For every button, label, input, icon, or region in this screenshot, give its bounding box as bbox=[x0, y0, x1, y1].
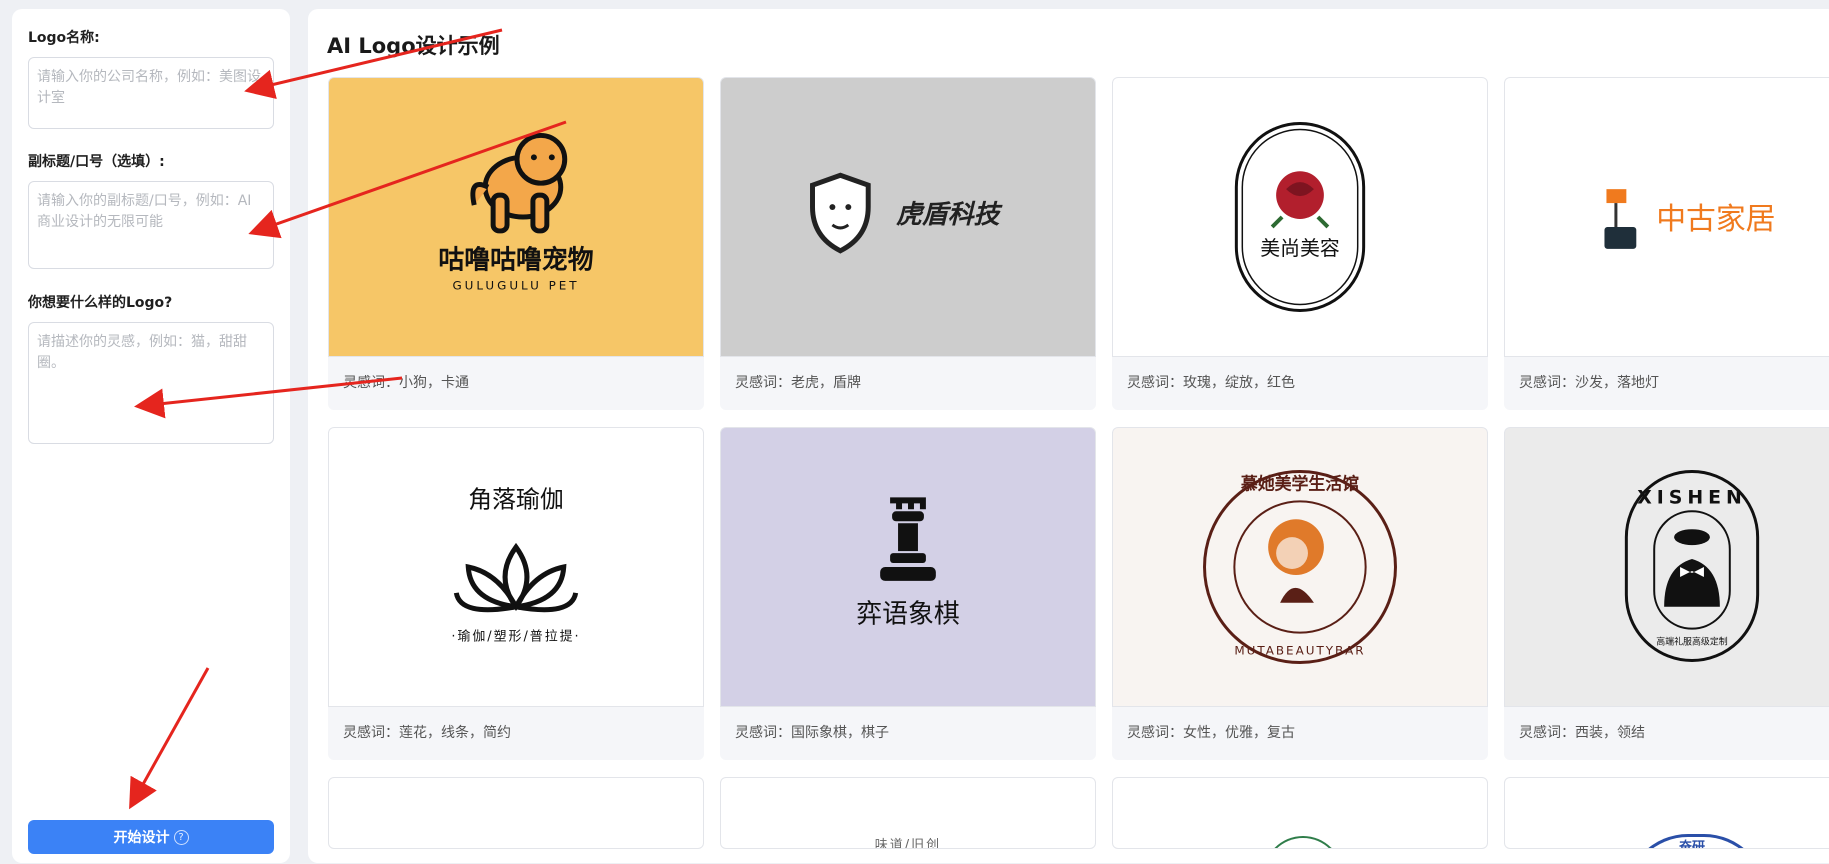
logo-preview-pet: 咕噜咕噜宠物 GULUGULU PET bbox=[328, 77, 704, 357]
logo-name-input[interactable]: 请输入你的公司名称，例如：美图设计室 bbox=[28, 57, 274, 129]
logo-name-label: Logo名称: bbox=[28, 30, 100, 46]
start-design-button[interactable]: 开始设计 ? bbox=[28, 820, 274, 854]
partial-logo-arc bbox=[1263, 836, 1343, 848]
design-form-panel: Logo名称: 请输入你的公司名称，例如：美图设计室 副标题/口号（选填）: 请… bbox=[12, 9, 290, 863]
logo-card-partial-3[interactable] bbox=[1112, 777, 1488, 849]
logo-card-pet[interactable]: 咕噜咕噜宠物 GULUGULU PET 灵感词：小狗，卡通 bbox=[328, 77, 704, 410]
logo-preview-rose: 美尚美容 bbox=[1112, 77, 1488, 357]
partial-logo-text: 奋研 bbox=[1678, 840, 1705, 849]
partial-logo-text: 味道/旧创 bbox=[874, 838, 942, 849]
logo-card-partial-4[interactable]: 奋研 bbox=[1504, 777, 1829, 849]
card-caption: 灵感词：西装，领结 bbox=[1519, 725, 1645, 741]
logo-card-partial-2[interactable]: 味道/旧创 bbox=[720, 777, 1096, 849]
logo-preview-beauty: 慕她美学生活馆 MUTABEAUTYBAR bbox=[1112, 427, 1488, 707]
logo-description-placeholder: 请描述你的灵感，例如：猫，甜甜圈。 bbox=[37, 334, 247, 371]
logo-card-tiger[interactable]: 虎盾科技 灵感词：老虎，盾牌 bbox=[720, 77, 1096, 410]
logo-text-suit: XISHEN bbox=[1637, 486, 1747, 508]
card-caption: 灵感词：女性，优雅，复古 bbox=[1127, 725, 1295, 741]
card-caption: 灵感词：莲花，线条，简约 bbox=[343, 725, 511, 741]
logo-sub-pet: GULUGULU PET bbox=[452, 279, 579, 293]
gallery-title: AI Logo设计示例 bbox=[327, 34, 500, 58]
logo-text-tiger: 虎盾科技 bbox=[896, 200, 1004, 230]
card-caption: 灵感词：玫瑰，绽放，红色 bbox=[1127, 375, 1295, 391]
card-caption: 灵感词：小狗，卡通 bbox=[343, 375, 469, 391]
tiger-shield-icon bbox=[810, 172, 871, 254]
lotus-icon bbox=[453, 542, 579, 613]
chess-rook-icon bbox=[880, 497, 936, 581]
logo-text-sofa: 中古家居 bbox=[1656, 202, 1775, 237]
logo-preview-sofa: 中古家居 bbox=[1504, 77, 1829, 357]
logo-text-beauty: 慕她美学生活馆 bbox=[1240, 473, 1359, 493]
logo-name-placeholder: 请输入你的公司名称，例如：美图设计室 bbox=[37, 69, 261, 106]
subtitle-placeholder: 请输入你的副标题/口号，例如：AI商业设计的无限可能 bbox=[37, 193, 252, 230]
logo-gallery: AI Logo设计示例 咕噜咕噜宠物 GULUGULU PET 灵感词：小狗，卡… bbox=[308, 9, 1829, 863]
card-caption: 灵感词：沙发，落地灯 bbox=[1519, 375, 1659, 391]
logo-card-lotus[interactable]: 角落瑜伽 ·瑜伽/塑形/普拉提· 灵感词：莲花，线条，简约 bbox=[328, 427, 704, 760]
logo-card-rose[interactable]: 美尚美容 灵感词：玫瑰，绽放，红色 bbox=[1112, 77, 1488, 410]
tuxedo-icon bbox=[1664, 529, 1720, 607]
logo-card-partial-1[interactable] bbox=[328, 777, 704, 849]
logo-preview-suit: XISHEN 高端礼服高级定制 bbox=[1504, 427, 1829, 707]
logo-sub-suit: 高端礼服高级定制 bbox=[1656, 636, 1728, 648]
logo-description-input[interactable]: 请描述你的灵感，例如：猫，甜甜圈。 bbox=[28, 322, 274, 444]
logo-preview-chess: 弈语象棋 bbox=[720, 427, 1096, 707]
logo-text-pet: 咕噜咕噜宠物 bbox=[438, 245, 593, 276]
rose-icon bbox=[1270, 171, 1330, 229]
subtitle-input[interactable]: 请输入你的副标题/口号，例如：AI商业设计的无限可能 bbox=[28, 181, 274, 269]
logo-text-rose: 美尚美容 bbox=[1260, 237, 1340, 260]
sofa-lamp-icon bbox=[1604, 189, 1637, 249]
card-caption: 灵感词：国际象棋，棋子 bbox=[735, 725, 889, 741]
dog-icon bbox=[470, 132, 568, 234]
logo-sub-beauty: MUTABEAUTYBAR bbox=[1234, 644, 1365, 658]
logo-card-chess[interactable]: 弈语象棋 灵感词：国际象棋，棋子 bbox=[720, 427, 1096, 760]
woman-portrait-icon bbox=[1268, 519, 1324, 603]
logo-preview-tiger: 虎盾科技 bbox=[720, 77, 1096, 357]
logo-text-chess: 弈语象棋 bbox=[856, 600, 959, 630]
subtitle-label: 副标题/口号（选填）: bbox=[28, 154, 165, 170]
logo-description-label: 你想要什么样的Logo? bbox=[28, 295, 173, 311]
logo-card-sofa[interactable]: 中古家居 灵感词：沙发，落地灯 bbox=[1504, 77, 1829, 410]
start-design-label: 开始设计 bbox=[113, 830, 170, 846]
logo-preview-lotus: 角落瑜伽 ·瑜伽/塑形/普拉提· bbox=[328, 427, 704, 707]
logo-sub-lotus: ·瑜伽/塑形/普拉提· bbox=[451, 629, 580, 645]
card-caption: 灵感词：老虎，盾牌 bbox=[735, 375, 861, 391]
logo-card-suit[interactable]: XISHEN 高端礼服高级定制 灵感词：西装，领结 bbox=[1504, 427, 1829, 760]
logo-card-beauty[interactable]: 慕她美学生活馆 MUTABEAUTYBAR 灵感词：女性，优雅，复古 bbox=[1112, 427, 1488, 760]
logo-text-lotus: 角落瑜伽 bbox=[468, 485, 563, 513]
help-icon[interactable]: ? bbox=[173, 829, 189, 845]
